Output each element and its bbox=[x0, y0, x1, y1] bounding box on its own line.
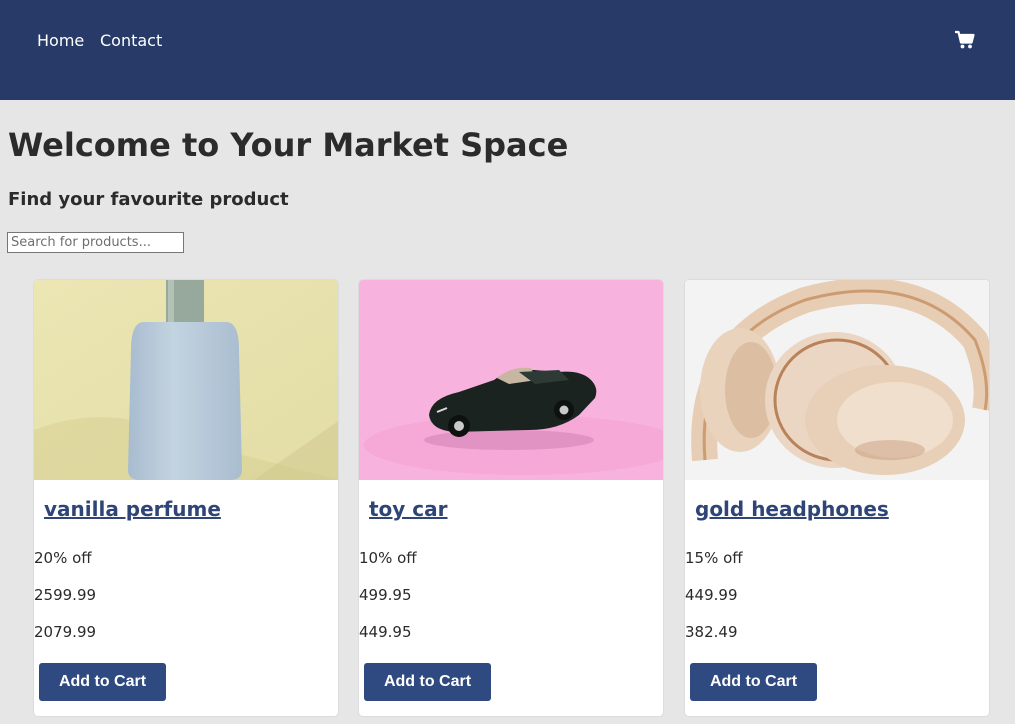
nav-home-link[interactable]: Home bbox=[37, 31, 84, 51]
page-subtitle: Find your favourite product bbox=[8, 189, 289, 210]
sale-price: 382.49 bbox=[685, 623, 738, 641]
add-to-cart-button[interactable]: Add to Cart bbox=[364, 663, 491, 701]
add-to-cart-button[interactable]: Add to Cart bbox=[39, 663, 166, 701]
sale-price: 2079.99 bbox=[34, 623, 97, 641]
original-price: 499.95 bbox=[359, 586, 412, 604]
discount-text: 15% off bbox=[685, 549, 743, 567]
product-card: toy car 10% off 499.95 449.95 Add to Car… bbox=[358, 279, 664, 717]
sale-price: 449.95 bbox=[359, 623, 412, 641]
search-input[interactable] bbox=[7, 232, 184, 253]
original-price: 2599.99 bbox=[34, 586, 97, 604]
product-title-link[interactable]: toy car bbox=[369, 496, 448, 522]
product-image bbox=[359, 280, 663, 480]
top-navbar: Home Contact bbox=[0, 0, 1015, 100]
product-card: gold headphones 15% off 449.99 382.49 Ad… bbox=[684, 279, 990, 717]
discount-text: 10% off bbox=[359, 549, 417, 567]
nav-contact-link[interactable]: Contact bbox=[100, 31, 162, 51]
original-price: 449.99 bbox=[685, 586, 738, 604]
page-title: Welcome to Your Market Space bbox=[8, 126, 569, 164]
product-title-link[interactable]: gold headphones bbox=[695, 496, 889, 522]
discount-text: 20% off bbox=[34, 549, 92, 567]
cart-button[interactable] bbox=[954, 29, 976, 51]
product-title-link[interactable]: vanilla perfume bbox=[44, 496, 221, 522]
product-image bbox=[685, 280, 989, 480]
shopping-cart-icon bbox=[955, 30, 975, 49]
product-image bbox=[34, 280, 338, 480]
product-card: vanilla perfume 20% off 2599.99 2079.99 … bbox=[33, 279, 339, 717]
add-to-cart-button[interactable]: Add to Cart bbox=[690, 663, 817, 701]
